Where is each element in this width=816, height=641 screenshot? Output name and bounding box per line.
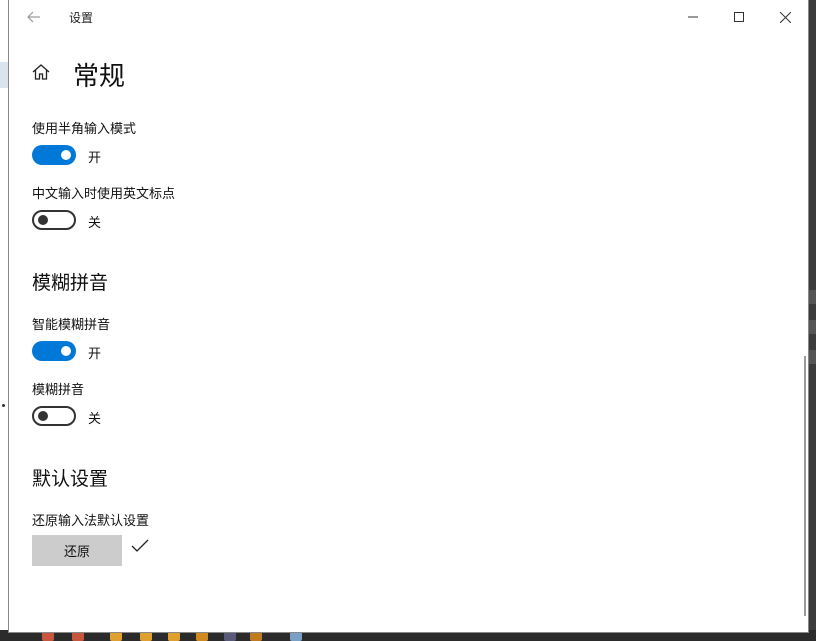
window-title: 设置 xyxy=(69,11,94,25)
toggle-knob xyxy=(61,346,71,356)
defaults-section-title: 默认设置 xyxy=(32,468,109,490)
half-width-label: 使用半角输入模式 xyxy=(32,122,137,137)
taskbar-app-icon[interactable] xyxy=(224,631,236,641)
toggle-knob xyxy=(38,215,48,225)
close-button[interactable] xyxy=(762,0,808,34)
restore-label: 还原输入法默认设置 xyxy=(32,514,150,529)
title-bar: 设置 xyxy=(9,0,808,34)
maximize-icon xyxy=(734,12,744,22)
taskbar-app-icon[interactable] xyxy=(140,631,152,641)
english-punct-label: 中文输入时使用英文标点 xyxy=(32,187,176,202)
checkmark-icon xyxy=(131,539,149,552)
settings-window: 设置 常规 使用半角输入模式 开 中文输入时使用英文标点 关 模糊拼音 智能模糊… xyxy=(9,0,808,632)
smart-fuzzy-state: 开 xyxy=(88,347,102,362)
english-punct-toggle[interactable] xyxy=(32,210,76,230)
taskbar-app-icon[interactable] xyxy=(290,631,302,641)
toggle-knob xyxy=(38,411,48,421)
back-arrow-icon xyxy=(27,11,40,23)
restore-button[interactable]: 还原 xyxy=(32,535,122,566)
toggle-knob xyxy=(61,150,71,160)
taskbar-app-icon[interactable] xyxy=(42,631,54,641)
taskbar-app-icon[interactable] xyxy=(72,631,84,641)
vertical-scrollbar[interactable] xyxy=(804,356,806,616)
page-title: 常规 xyxy=(73,62,126,92)
maximize-button[interactable] xyxy=(716,0,762,34)
half-width-toggle[interactable] xyxy=(32,145,76,165)
taskbar-app-icon[interactable] xyxy=(110,631,122,641)
background-element xyxy=(808,350,816,364)
smart-fuzzy-toggle[interactable] xyxy=(32,341,76,361)
background-element xyxy=(808,290,816,304)
fuzzy-label: 模糊拼音 xyxy=(32,383,85,398)
smart-fuzzy-label: 智能模糊拼音 xyxy=(32,318,111,333)
home-icon[interactable] xyxy=(31,62,51,82)
close-icon xyxy=(779,11,791,23)
half-width-state: 开 xyxy=(88,151,102,166)
background-dot xyxy=(2,404,5,407)
fuzzy-section-title: 模糊拼音 xyxy=(32,272,109,294)
taskbar-app-icon[interactable] xyxy=(196,631,208,641)
minimize-button[interactable] xyxy=(670,0,716,34)
background-element xyxy=(808,320,816,334)
back-button[interactable] xyxy=(23,6,45,28)
taskbar-app-icon[interactable] xyxy=(168,631,180,641)
fuzzy-state: 关 xyxy=(88,412,102,427)
minimize-icon xyxy=(688,16,698,18)
fuzzy-toggle[interactable] xyxy=(32,406,76,426)
taskbar-app-icon[interactable] xyxy=(250,631,262,641)
english-punct-state: 关 xyxy=(88,216,102,231)
